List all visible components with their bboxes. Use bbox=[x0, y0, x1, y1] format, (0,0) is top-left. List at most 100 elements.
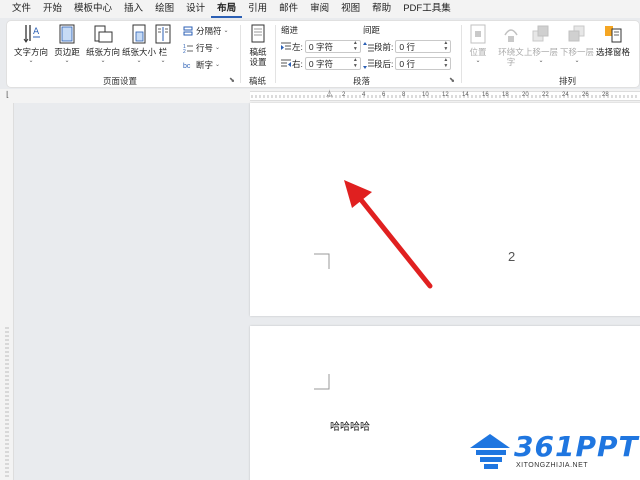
spacing-before-value: 0 行 bbox=[399, 41, 415, 52]
orientation-button[interactable]: 纸张方向 ⌄ bbox=[83, 23, 123, 65]
svg-text:bc: bc bbox=[183, 63, 191, 70]
menu-tab[interactable]: 模板中心 bbox=[68, 0, 118, 18]
bring-forward-label: 上移一层 bbox=[523, 47, 558, 57]
ruler-label: 12 bbox=[442, 92, 449, 98]
ruler-label: 4 bbox=[362, 92, 366, 98]
tab-selector-icon[interactable]: ⌊ bbox=[6, 90, 9, 99]
spacing-before-icon bbox=[363, 41, 374, 52]
selection-pane-icon bbox=[603, 23, 623, 45]
ribbon: A 文字方向 ⌄ 页边距 ⌄ 纸张方向 ⌄ 纸张大小 ⌄ 栏 ⌄ 分隔符 ⌄ 1… bbox=[6, 20, 640, 88]
menu-bar: 文件 开始 模板中心 插入 绘图 设计 布局 引用 邮件 审阅 视图 帮助 PDF工具集 bbox=[0, 0, 640, 18]
ruler-ticks bbox=[5, 327, 9, 477]
body-text[interactable]: 哈哈哈哈 bbox=[330, 418, 370, 433]
menu-tab[interactable]: 绘图 bbox=[149, 0, 180, 18]
bring-forward-button[interactable]: 上移一层 ⌄ bbox=[521, 23, 561, 65]
indent-right-field: 右: 0 字符 ▲ ▼ bbox=[281, 57, 361, 70]
spacing-after-label: 段后: bbox=[374, 58, 394, 69]
chevron-down-icon: ⌄ bbox=[538, 58, 544, 64]
house-logo-icon bbox=[470, 434, 510, 469]
spacing-after-value: 0 行 bbox=[399, 58, 415, 69]
spacing-after-input[interactable]: 0 行 ▲ ▼ bbox=[395, 57, 452, 70]
selection-pane-button[interactable]: 选择窗格 bbox=[593, 23, 633, 57]
ruler-label: 16 bbox=[482, 92, 489, 98]
spinner-arrows-icon[interactable]: ▲ ▼ bbox=[353, 40, 358, 52]
spacing-before-input[interactable]: 0 行 ▲ ▼ bbox=[395, 40, 452, 53]
line-numbers-label: 行号 bbox=[196, 43, 214, 53]
indent-left-icon bbox=[281, 42, 292, 52]
hyphenation-button[interactable]: bc 断字 ⌄ bbox=[183, 59, 220, 71]
line-numbers-icon: 12 bbox=[183, 43, 194, 55]
ruler-label: 18 bbox=[502, 92, 509, 98]
line-numbers-button[interactable]: 12 行号 ⌄ bbox=[183, 42, 221, 55]
columns-icon bbox=[153, 23, 173, 45]
svg-text:A: A bbox=[33, 27, 40, 37]
menu-tab[interactable]: 审阅 bbox=[304, 0, 335, 18]
spacing-after-field: 段后: 0 行 ▲ ▼ bbox=[363, 57, 452, 70]
send-backward-button[interactable]: 下移一层 ⌄ bbox=[557, 23, 597, 65]
menu-tab[interactable]: 开始 bbox=[37, 0, 68, 18]
menu-tab[interactable]: 设计 bbox=[180, 0, 211, 18]
chevron-down-icon: ⌄ bbox=[64, 58, 70, 64]
indent-left-input[interactable]: 0 字符 ▲ ▼ bbox=[304, 40, 361, 53]
vertical-ruler[interactable] bbox=[0, 103, 14, 480]
wrap-text-label-line2: 字 bbox=[506, 57, 516, 67]
manuscript-settings-button[interactable]: 稿纸 设置 bbox=[243, 23, 273, 67]
ruler-label: 10 bbox=[422, 92, 429, 98]
margins-button[interactable]: 页边距 ⌄ bbox=[47, 23, 87, 65]
paragraph-launcher-icon[interactable]: ⬊ bbox=[449, 76, 455, 84]
position-icon bbox=[468, 23, 488, 45]
spacing-before-label: 段前: bbox=[374, 41, 394, 52]
menu-tab[interactable]: 引用 bbox=[242, 0, 273, 18]
indent-right-input[interactable]: 0 字符 ▲ ▼ bbox=[304, 57, 361, 70]
spacing-before-field: 段前: 0 行 ▲ ▼ bbox=[363, 40, 452, 53]
send-backward-icon bbox=[567, 23, 587, 45]
chevron-down-icon: ⌄ bbox=[574, 58, 580, 64]
text-direction-button[interactable]: A 文字方向 ⌄ bbox=[11, 23, 51, 65]
arrange-group-label: 排列 bbox=[559, 76, 577, 86]
ruler-label: 6 bbox=[382, 92, 386, 98]
send-backward-label: 下移一层 bbox=[559, 47, 594, 57]
chevron-down-icon: ⌄ bbox=[475, 58, 481, 64]
group-divider bbox=[240, 25, 241, 83]
orientation-icon bbox=[93, 23, 113, 45]
spacing-header: 间距 bbox=[363, 25, 381, 35]
bring-forward-icon bbox=[531, 23, 551, 45]
columns-label: 栏 bbox=[158, 47, 168, 57]
position-label: 位置 bbox=[469, 47, 487, 57]
spacing-after-icon bbox=[363, 59, 374, 69]
page-setup-launcher-icon[interactable]: ⬊ bbox=[229, 76, 235, 84]
chevron-down-icon: ⌄ bbox=[215, 45, 221, 51]
chevron-down-icon: ⌄ bbox=[28, 58, 34, 64]
menu-tab[interactable]: 帮助 bbox=[366, 0, 397, 18]
position-button[interactable]: 位置 ⌄ bbox=[461, 23, 495, 65]
ruler-label: 24 bbox=[562, 92, 569, 98]
menu-tab[interactable]: 视图 bbox=[335, 0, 366, 18]
text-direction-icon: A bbox=[21, 23, 41, 45]
indent-left-field: 左: 0 字符 ▲ ▼ bbox=[281, 40, 361, 53]
red-arrow-icon bbox=[344, 180, 433, 289]
chevron-down-icon: ⌄ bbox=[160, 58, 166, 64]
menu-tab[interactable]: 插入 bbox=[118, 0, 149, 18]
menu-tab[interactable]: PDF工具集 bbox=[397, 0, 457, 18]
menu-tab[interactable]: 文件 bbox=[6, 0, 37, 18]
document-page[interactable]: 2 bbox=[250, 103, 640, 316]
ruler-label: 20 bbox=[522, 92, 529, 98]
watermark-brand: 361PPT bbox=[514, 430, 639, 463]
watermark-site: XITONGZHIJIA.NET bbox=[516, 462, 589, 469]
spinner-arrows-icon[interactable]: ▲ ▼ bbox=[443, 40, 448, 52]
svg-text:2: 2 bbox=[183, 49, 186, 53]
selection-pane-label: 选择窗格 bbox=[595, 47, 630, 57]
breaks-button[interactable]: 分隔符 ⌄ bbox=[183, 25, 229, 37]
menu-tab[interactable]: 邮件 bbox=[273, 0, 304, 18]
wrap-text-label-line1: 环绕文 bbox=[498, 47, 524, 57]
margins-label: 页边距 bbox=[54, 47, 80, 57]
columns-button[interactable]: 栏 ⌄ bbox=[145, 23, 181, 65]
indent-right-value: 0 字符 bbox=[308, 58, 333, 69]
spinner-arrows-icon[interactable]: ▲ ▼ bbox=[443, 57, 448, 69]
indent-right-icon bbox=[281, 59, 292, 69]
horizontal-ruler[interactable]: ⏅ 2 4 6 8 10 12 14 16 18 20 22 24 26 28 bbox=[250, 91, 640, 101]
page-number: 2 bbox=[508, 249, 516, 264]
menu-tab[interactable]: 布局 bbox=[211, 0, 243, 18]
hyphenation-icon: bc bbox=[183, 60, 194, 70]
spinner-arrows-icon[interactable]: ▲ ▼ bbox=[353, 57, 358, 69]
